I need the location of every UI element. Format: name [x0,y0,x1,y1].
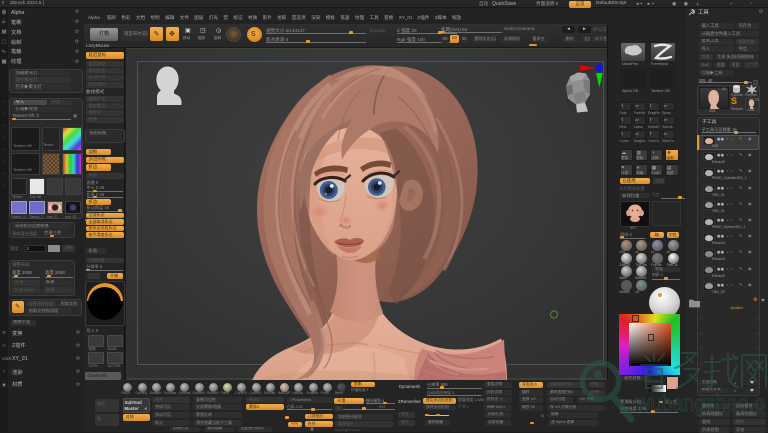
svg-text:wubangzhao.c: wubangzhao.c [635,390,764,416]
